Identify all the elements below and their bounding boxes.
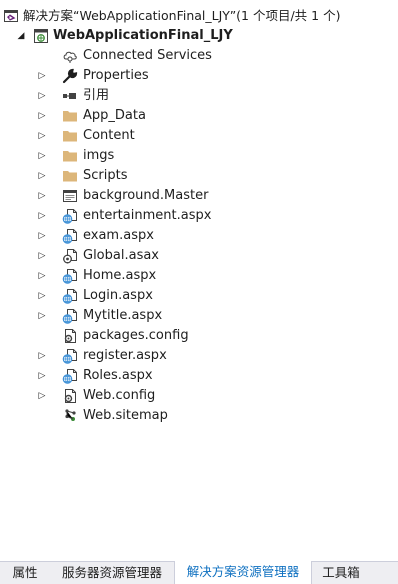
- tree-item-global-asax[interactable]: ▷ Global.asax: [0, 246, 398, 266]
- expand-triangle-icon[interactable]: ▷: [36, 266, 48, 286]
- tree-item-label: 引用: [83, 88, 110, 103]
- tree-item-entertainment-aspx[interactable]: ▷ entertainment.aspx: [0, 206, 398, 226]
- expand-triangle-icon[interactable]: ▷: [36, 106, 48, 126]
- expand-triangle-icon[interactable]: ▷: [36, 146, 48, 166]
- tree-item-web-config[interactable]: ▷ Web.config: [0, 386, 398, 406]
- tree-item-login-aspx[interactable]: ▷ Login.aspx: [0, 286, 398, 306]
- tab-server-explorer[interactable]: 服务器资源管理器: [50, 562, 174, 584]
- web-form-icon: [62, 308, 78, 324]
- wrench-icon: [62, 68, 78, 84]
- tree-item-label: entertainment.aspx: [83, 208, 212, 223]
- tree-item-imgs[interactable]: ▷ imgs: [0, 146, 398, 166]
- master-page-icon: [62, 188, 78, 204]
- web-project-icon: [33, 28, 49, 44]
- tree-item-register-aspx[interactable]: ▷ register.aspx: [0, 346, 398, 366]
- expand-triangle-icon[interactable]: ▷: [36, 286, 48, 306]
- expand-triangle-icon[interactable]: ▷: [36, 366, 48, 386]
- tree-item-label: App_Data: [83, 108, 146, 123]
- tree-item-scripts[interactable]: ▷ Scripts: [0, 166, 398, 186]
- tree-item-web-sitemap[interactable]: Web.sitemap: [0, 406, 398, 426]
- tree-item-background-master[interactable]: ▷ background.Master: [0, 186, 398, 206]
- expand-triangle-icon[interactable]: ▷: [36, 206, 48, 226]
- folder-icon: [62, 148, 78, 164]
- tree-item-label: Mytitle.aspx: [83, 308, 163, 323]
- expand-triangle-icon[interactable]: ▷: [36, 166, 48, 186]
- web-form-icon: [62, 268, 78, 284]
- expand-triangle-icon[interactable]: ▷: [36, 246, 48, 266]
- tree-item-packages-config[interactable]: packages.config: [0, 326, 398, 346]
- tree-item-label: background.Master: [83, 188, 209, 203]
- tab-toolbox[interactable]: 工具箱: [311, 562, 371, 584]
- tree-item-content[interactable]: ▷ Content: [0, 126, 398, 146]
- tab-solution-explorer[interactable]: 解决方案资源管理器: [174, 561, 312, 584]
- config-icon: [62, 328, 78, 344]
- expand-triangle-icon[interactable]: ▷: [36, 306, 48, 326]
- project-node[interactable]: ◢ WebApplicationFinal_LJY: [0, 26, 398, 46]
- tree-item-exam-aspx[interactable]: ▷ exam.aspx: [0, 226, 398, 246]
- tree-item-label: Login.aspx: [83, 288, 153, 303]
- tree-item-app-data[interactable]: ▷ App_Data: [0, 106, 398, 126]
- expand-triangle-icon[interactable]: ▷: [36, 186, 48, 206]
- tree-item-label: register.aspx: [83, 348, 167, 363]
- tree-item-mytitle-aspx[interactable]: ▷ Mytitle.aspx: [0, 306, 398, 326]
- web-form-icon: [62, 228, 78, 244]
- tree-item-connected-services[interactable]: Connected Services: [0, 46, 398, 66]
- tree-item-roles-aspx[interactable]: ▷ Roles.aspx: [0, 366, 398, 386]
- tree-item-label: Properties: [83, 68, 149, 83]
- expand-triangle-icon[interactable]: ▷: [36, 226, 48, 246]
- tree-item-label: packages.config: [83, 328, 189, 343]
- web-form-icon: [62, 348, 78, 364]
- tree-item-label: Scripts: [83, 168, 128, 183]
- web-form-icon: [62, 368, 78, 384]
- tree-item-label: Web.sitemap: [83, 408, 168, 423]
- tool-window-tab-bar: 属性 服务器资源管理器 解决方案资源管理器 工具箱: [0, 561, 398, 584]
- expand-triangle-icon[interactable]: ▷: [36, 86, 48, 106]
- collapse-triangle-icon[interactable]: ◢: [15, 26, 27, 46]
- folder-icon: [62, 108, 78, 124]
- tree-item-label: Home.aspx: [83, 268, 157, 283]
- config-icon: [62, 388, 78, 404]
- global-asax-icon: [62, 248, 78, 264]
- tree-item-label: Global.asax: [83, 248, 160, 263]
- expand-triangle-icon[interactable]: ▷: [36, 346, 48, 366]
- tree-item-home-aspx[interactable]: ▷ Home.aspx: [0, 266, 398, 286]
- tree-item-label: Web.config: [83, 388, 156, 403]
- tree-item-label: Roles.aspx: [83, 368, 153, 383]
- expand-triangle-icon[interactable]: ▷: [36, 386, 48, 406]
- tab-properties[interactable]: 属性: [0, 562, 50, 584]
- solution-label: 解决方案“WebApplicationFinal_LJY”(1 个项目/共 1 …: [23, 8, 341, 23]
- sitemap-icon: [62, 408, 78, 424]
- tree-item-label: Connected Services: [83, 48, 212, 63]
- solution-node[interactable]: 解决方案“WebApplicationFinal_LJY”(1 个项目/共 1 …: [0, 6, 398, 26]
- folder-icon: [62, 128, 78, 144]
- tree-item-label: exam.aspx: [83, 228, 154, 243]
- web-form-icon: [62, 208, 78, 224]
- web-form-icon: [62, 288, 78, 304]
- solution-explorer-tree: 解决方案“WebApplicationFinal_LJY”(1 个项目/共 1 …: [0, 0, 398, 561]
- expand-triangle-icon[interactable]: ▷: [36, 66, 48, 86]
- tree-item-properties[interactable]: ▷ Properties: [0, 66, 398, 86]
- connected-services-icon: [62, 48, 78, 64]
- folder-icon: [62, 168, 78, 184]
- solution-icon: [3, 8, 19, 24]
- tree-item-引用[interactable]: ▷ 引用: [0, 86, 398, 106]
- expand-triangle-icon[interactable]: ▷: [36, 126, 48, 146]
- project-label: WebApplicationFinal_LJY: [53, 28, 233, 43]
- references-icon: [62, 88, 78, 104]
- tree-item-label: imgs: [83, 148, 115, 163]
- tree-item-label: Content: [83, 128, 135, 143]
